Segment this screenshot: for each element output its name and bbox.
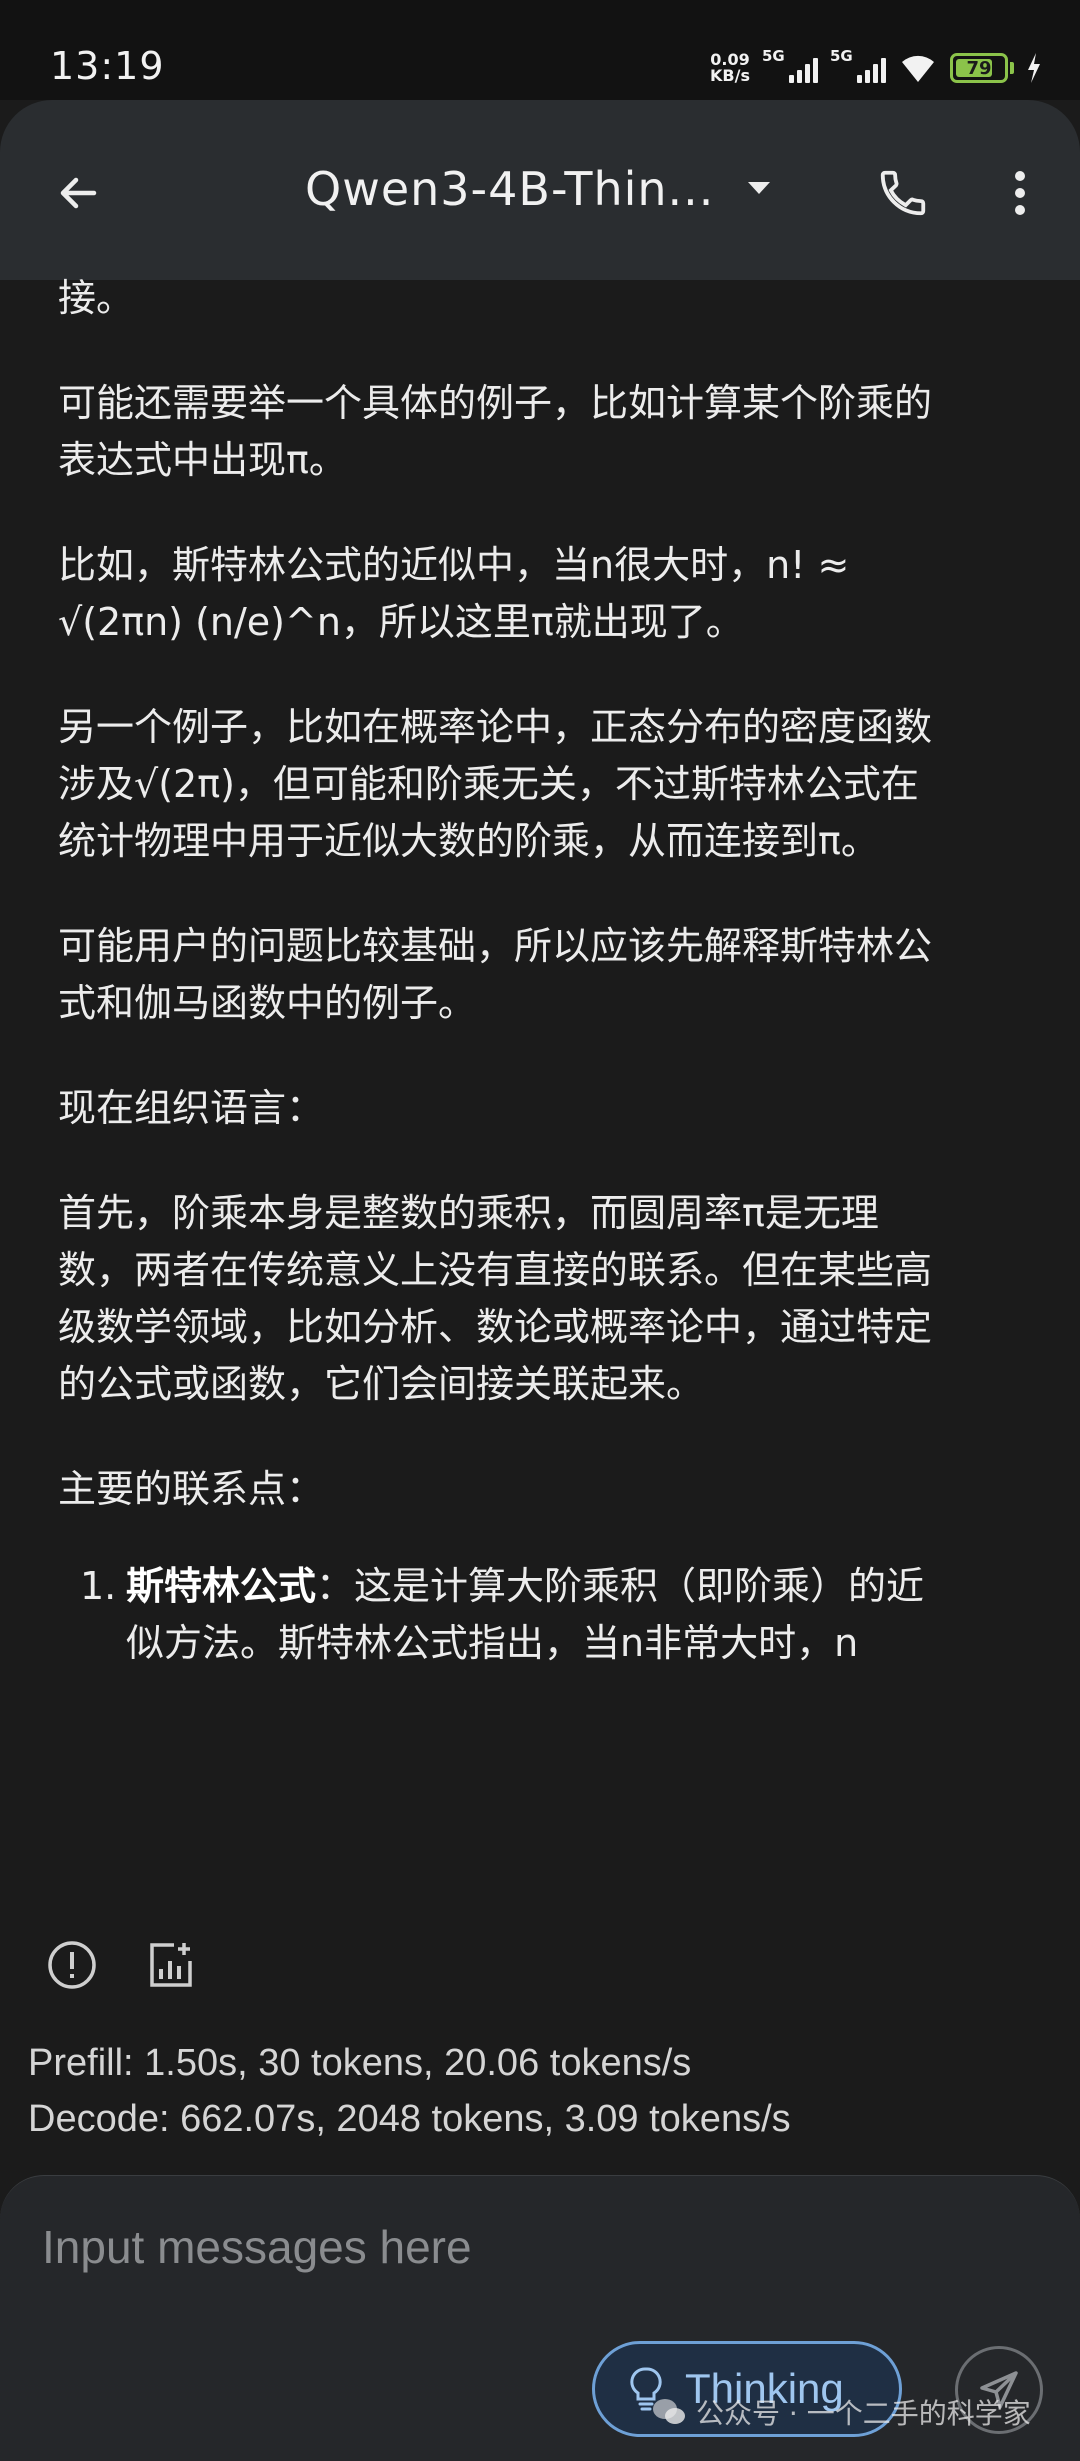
wechat-icon (653, 2399, 685, 2424)
info-button[interactable] (42, 1935, 102, 1995)
charging-icon (1028, 53, 1040, 83)
signal-1-icon: 5G (762, 47, 818, 83)
message-paragraph: 可能还需要举一个具体的例子，比如计算某个阶乘的表达式中出现π。 (58, 381, 933, 482)
message-paragraph: 主要的联系点： (58, 1467, 325, 1511)
message-actions (42, 1935, 200, 1995)
signal-2-icon: 5G (830, 47, 886, 83)
stats-button[interactable] (140, 1935, 200, 1995)
list-number: 1. (80, 1564, 117, 1608)
call-button[interactable] (865, 155, 941, 231)
list-item: 1. 斯特林公式：这是计算大阶乘积（即阶乘）的近似方法。斯特林公式指出，当n非常… (58, 1558, 938, 1672)
info-icon (48, 1941, 96, 1989)
decode-stats: Decode: 662.07s, 2048 tokens, 3.09 token… (28, 2098, 791, 2140)
net-speed-unit: KB/s (710, 66, 750, 85)
list-body: 斯特林公式：这是计算大阶乘积（即阶乘）的近似方法。斯特林公式指出，当n非常大时，… (126, 1558, 938, 1672)
generation-stats: Prefill: 1.50s, 30 tokens, 20.06 tokens/… (28, 2035, 791, 2147)
message-paragraph: 现在组织语言： (58, 1086, 325, 1130)
app-bar: Qwen3-4B-Thin... (0, 100, 1080, 280)
status-bar: 13:19 0.09 KB/s 5G 5G 79 (0, 0, 1080, 100)
message-list: 1. 斯特林公式：这是计算大阶乘积（即阶乘）的近似方法。斯特林公式指出，当n非常… (58, 1558, 938, 1672)
watermark: 公众号 · 一个二手的科学家 (652, 2392, 1031, 2432)
stats-icon (150, 1943, 192, 1987)
dropdown-icon (748, 182, 771, 194)
back-button[interactable] (40, 155, 116, 231)
prefill-stats: Prefill: 1.50s, 30 tokens, 20.06 tokens/… (28, 2042, 692, 2084)
assistant-message: 接。 可能还需要举一个具体的例子，比如计算某个阶乘的表达式中出现π。 比如，斯特… (58, 270, 938, 1672)
phone-icon (880, 170, 926, 216)
battery-level: 79 (966, 57, 992, 79)
back-arrow-icon (60, 177, 97, 209)
model-selector[interactable]: Qwen3-4B-Thin... (305, 162, 771, 216)
message-paragraph: 比如，斯特林公式的近似中，当n很大时，n! ≈ √(2πn) (n/e)^n，所… (58, 543, 850, 644)
message-input[interactable] (40, 2206, 944, 2288)
wifi-icon (902, 55, 934, 82)
more-options-button[interactable] (990, 155, 1050, 231)
message-paragraph: 另一个例子，比如在概率论中，正态分布的密度函数涉及√(2π)，但可能和阶乘无关，… (58, 705, 933, 863)
status-icons: 0.09 KB/s 5G 5G 79 (710, 47, 1042, 88)
status-time: 13:19 (50, 44, 165, 88)
net-speed: 0.09 KB/s (710, 52, 750, 84)
watermark-text: 公众号 · 一个二手的科学家 (696, 2397, 1031, 2430)
list-item-bold: 斯特林公式 (126, 1564, 317, 1608)
more-vert-icon (1015, 171, 1025, 215)
message-paragraph: 首先，阶乘本身是整数的乘积，而圆周率π是无理数，两者在传统意义上没有直接的联系。… (58, 1191, 933, 1406)
page-title: Qwen3-4B-Thin... (305, 162, 715, 216)
message-paragraph: 接。 (58, 276, 135, 320)
message-paragraph: 可能用户的问题比较基础，所以应该先解释斯特林公式和伽马函数中的例子。 (58, 924, 933, 1025)
battery-icon: 79 (950, 53, 1008, 83)
